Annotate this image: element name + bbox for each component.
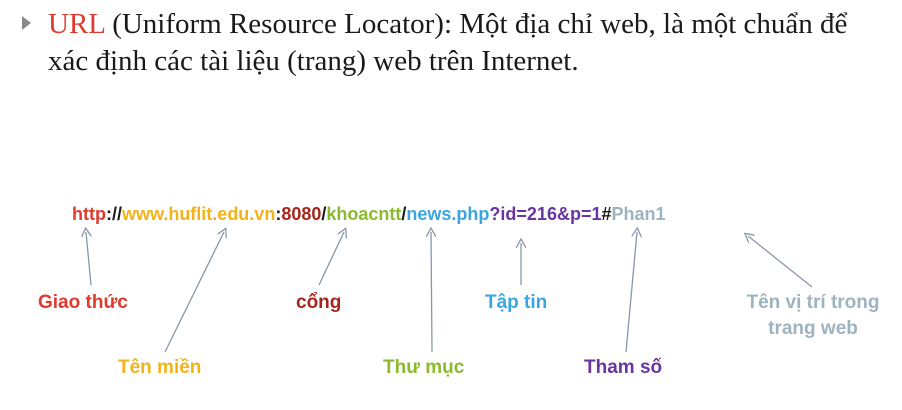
annotation-arrows [0,0,813,353]
arrow-directory [431,232,432,353]
arrow-domain [164,232,224,353]
arrow-params [625,232,637,353]
arrow-anchor [748,236,813,288]
label-port: cổng [296,292,342,313]
label-protocol: Giao thức [38,292,128,313]
label-anchor-line2: trang web [768,318,858,339]
arrow-port [318,232,344,286]
label-anchor-line1: Tên vị trí trong [746,292,880,313]
label-parameters: Tham số [584,357,663,378]
label-domain: Tên miền [118,357,202,378]
label-file: Tập tin [485,292,548,313]
label-directory: Thư mục [383,357,465,378]
arrow-protocol [86,232,92,286]
